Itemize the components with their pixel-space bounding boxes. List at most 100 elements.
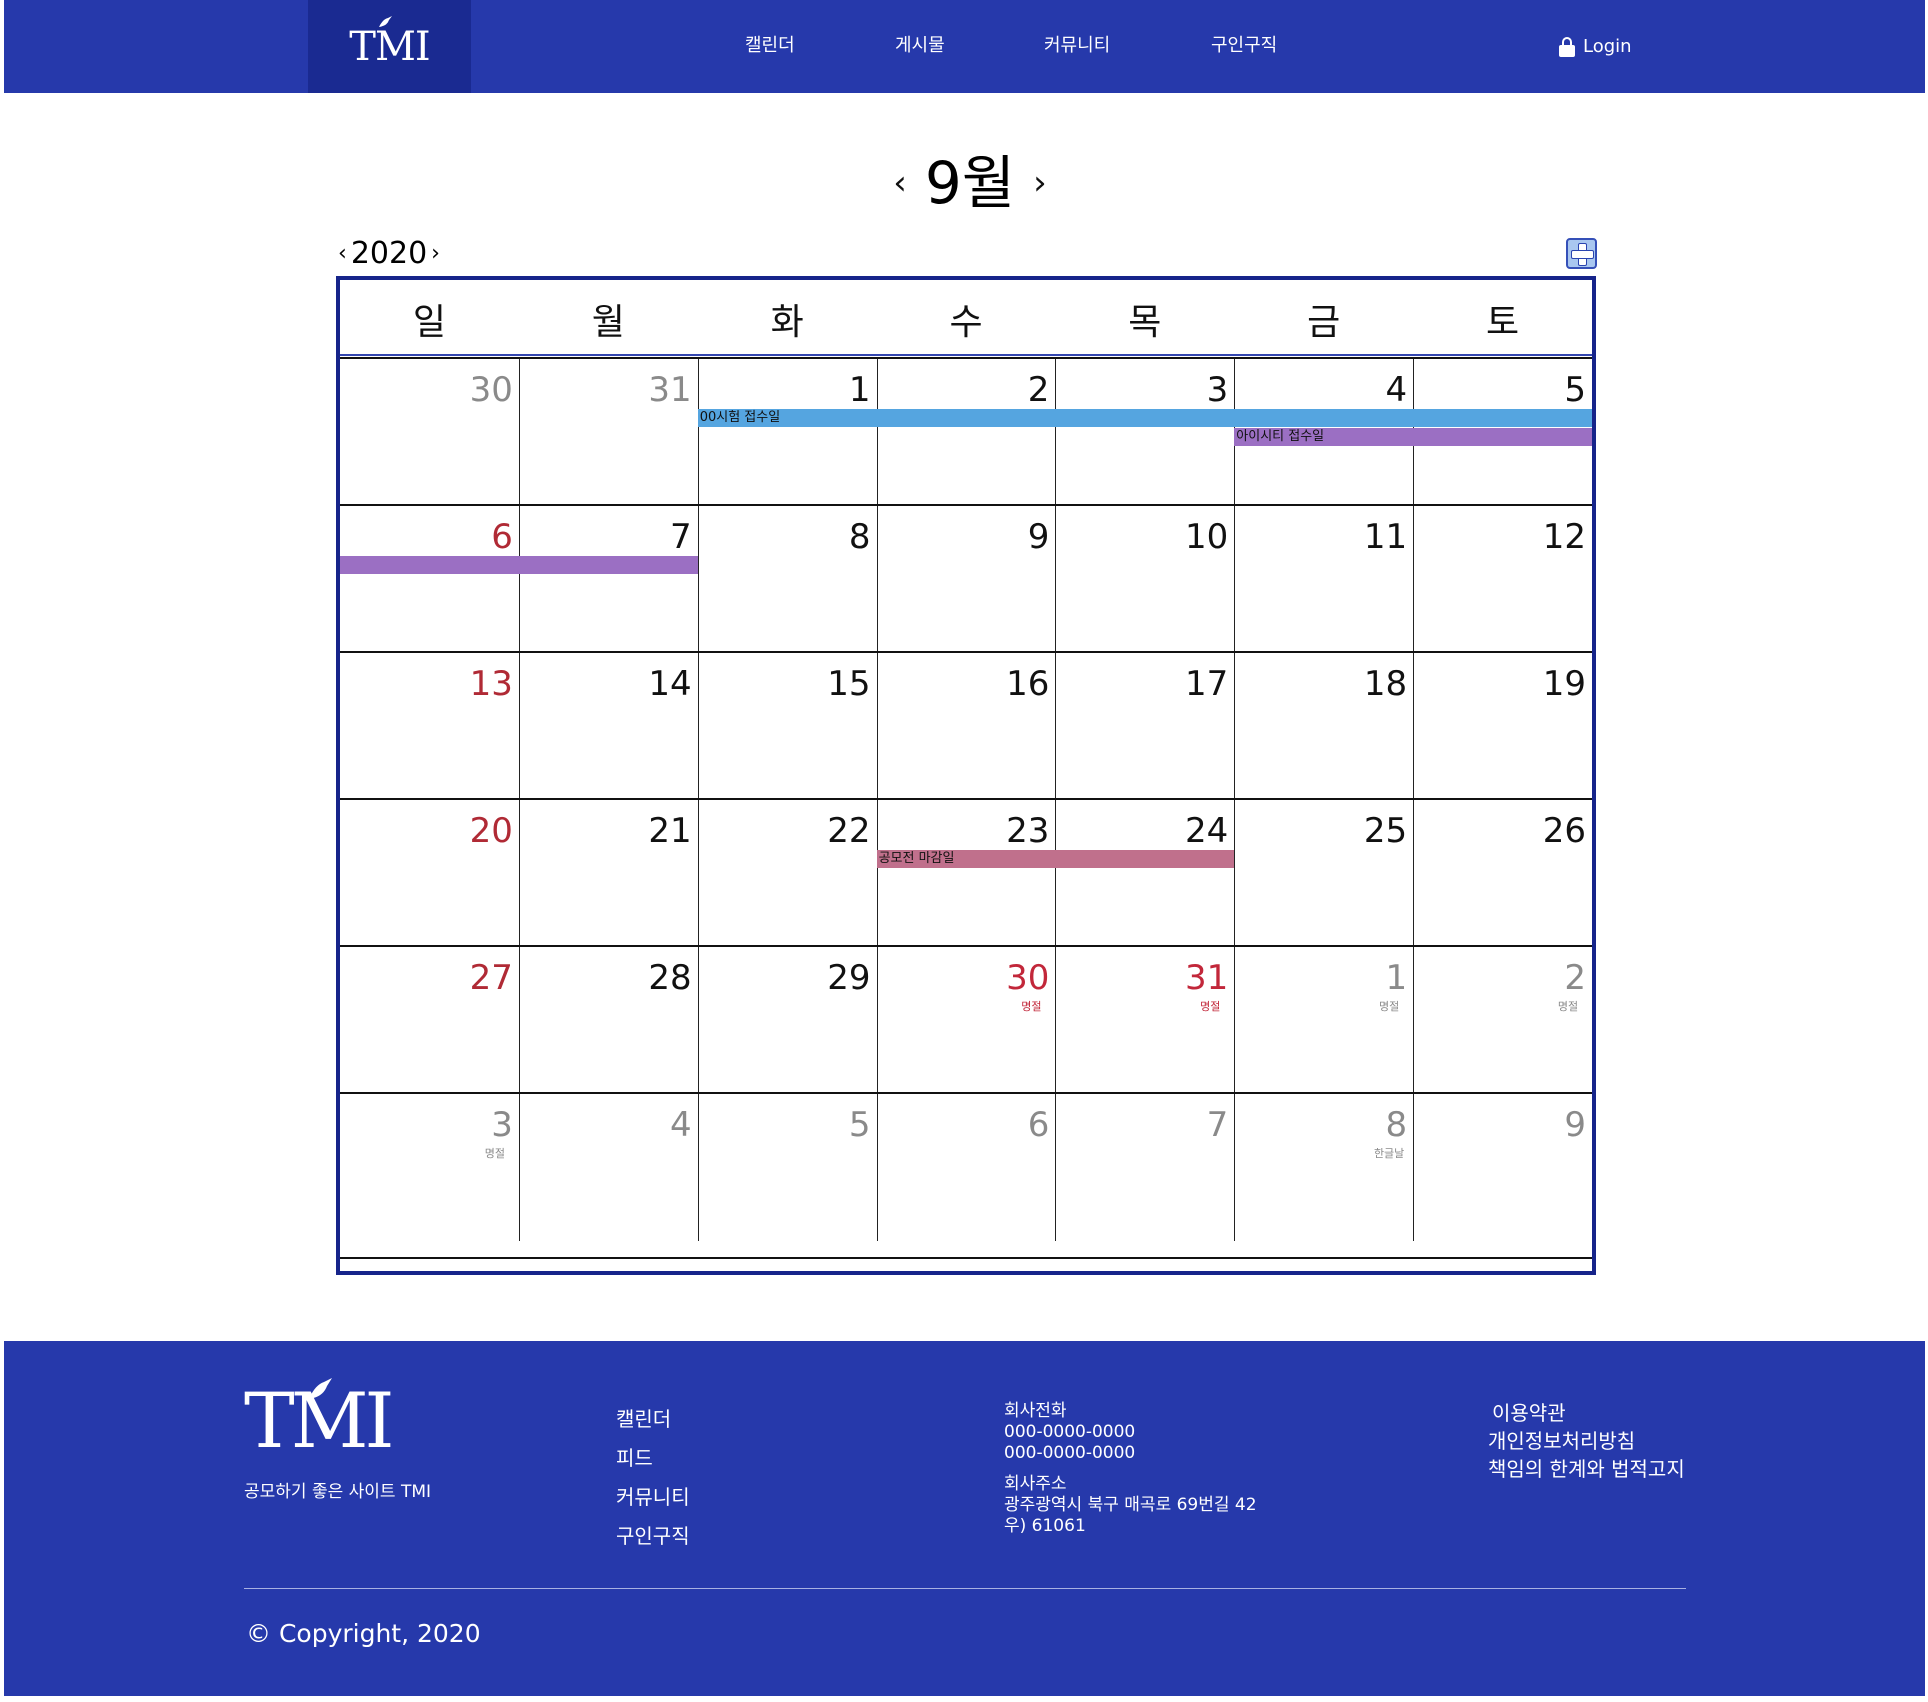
day-cell[interactable]: 31: [518, 359, 698, 506]
day-cell[interactable]: 12: [1413, 506, 1592, 653]
day-cell[interactable]: 17: [1055, 653, 1234, 800]
event-bar[interactable]: 공모전 마감일: [876, 850, 1235, 868]
nav-calendar[interactable]: 캘린더: [745, 36, 795, 56]
day-number: 5: [848, 1105, 871, 1145]
day-cell[interactable]: 1: [697, 359, 877, 506]
day-cell[interactable]: 9: [1413, 1094, 1592, 1241]
footer-links: 캘린더 피드 커뮤니티 구인구직: [616, 1403, 690, 1549]
next-year-icon[interactable]: ›: [431, 241, 440, 266]
day-cell[interactable]: 18: [1234, 653, 1413, 800]
footer: TMI 공모하기 좋은 사이트 TMI 캘린더 피드 커뮤니티 구인구직 회사전…: [4, 1341, 1925, 1696]
day-number: 20: [469, 811, 513, 851]
day-cell[interactable]: 3: [1055, 359, 1234, 506]
day-number: 3: [491, 1105, 513, 1145]
nav-community[interactable]: 커뮤니티: [1044, 36, 1110, 56]
top-navbar: TMI 캘린더 게시물 커뮤니티 구인구직 Login: [4, 0, 1925, 93]
postal-code: 우) 61061: [1004, 1516, 1086, 1536]
day-number: 13: [469, 664, 513, 704]
day-cell[interactable]: 16: [876, 653, 1056, 800]
prev-month-icon[interactable]: ‹: [893, 166, 907, 200]
address: 광주광역시 북구 매곡로 69번길 42: [1004, 1495, 1257, 1515]
day-cell[interactable]: 3 명절: [340, 1094, 519, 1241]
footer-legal: 이용약관 개인정보처리방침 책임의 한계와 법적고지: [1488, 1399, 1685, 1483]
day-cell[interactable]: 26: [1413, 800, 1592, 947]
footer-contact: 회사전화 000-0000-0000 000-0000-0000 회사주소 광주…: [1004, 1401, 1257, 1537]
year-label: 2020: [350, 236, 428, 271]
day-cell[interactable]: 5: [697, 1094, 877, 1241]
day-cell[interactable]: 8 한글날: [1234, 1094, 1413, 1241]
footer-divider: [244, 1588, 1686, 1589]
day-cell[interactable]: 14: [518, 653, 698, 800]
day-cell[interactable]: 27: [340, 947, 519, 1094]
day-number: 9: [1564, 1105, 1586, 1145]
next-month-icon[interactable]: ›: [1033, 166, 1047, 200]
day-number: 4: [1385, 370, 1408, 410]
event-bar[interactable]: 아이시티 접수일: [1234, 428, 1592, 446]
day-cell[interactable]: 6: [876, 1094, 1056, 1241]
day-number: 24: [1185, 811, 1229, 851]
day-number: 8: [1385, 1105, 1408, 1145]
nav-jobs[interactable]: 구인구직: [1211, 36, 1277, 56]
day-cell[interactable]: 30 명절: [876, 947, 1056, 1094]
day-cell[interactable]: 20: [340, 800, 519, 947]
day-cell[interactable]: 10: [1055, 506, 1234, 653]
day-cell[interactable]: 25: [1234, 800, 1413, 947]
day-cell[interactable]: 9: [876, 506, 1056, 653]
day-cell[interactable]: 7: [518, 506, 698, 653]
week-row: 3 명절 4 5 6 7 8 한글날 9: [340, 1092, 1592, 1241]
day-number: 26: [1542, 811, 1586, 851]
logo-link[interactable]: TMI: [308, 0, 471, 93]
event-bar[interactable]: 00시험 접수일: [697, 409, 1592, 427]
day-number: 31: [648, 370, 692, 410]
address-label: 회사주소: [1004, 1474, 1067, 1494]
add-event-button[interactable]: [1566, 238, 1597, 269]
day-cell[interactable]: 8: [697, 506, 877, 653]
day-number: 29: [827, 958, 871, 998]
footer-link-feed[interactable]: 피드: [616, 1442, 690, 1471]
day-cell[interactable]: 28: [518, 947, 698, 1094]
day-number: 27: [469, 958, 513, 998]
terms-link[interactable]: 이용약관: [1488, 1399, 1685, 1427]
day-number: 30: [469, 370, 513, 410]
day-cell[interactable]: 1 명절: [1234, 947, 1413, 1094]
day-cell[interactable]: 2: [876, 359, 1056, 506]
day-number: 6: [1027, 1105, 1050, 1145]
event-bar[interactable]: [340, 556, 698, 574]
login-label: Login: [1583, 36, 1632, 57]
day-number: 1: [848, 370, 871, 410]
day-number: 25: [1363, 811, 1408, 851]
privacy-link[interactable]: 개인정보처리방침: [1488, 1427, 1685, 1455]
day-cell[interactable]: 22: [697, 800, 877, 947]
login-button[interactable]: Login: [1559, 36, 1632, 57]
day-cell[interactable]: 19: [1413, 653, 1592, 800]
day-cell[interactable]: 21: [518, 800, 698, 947]
footer-link-community[interactable]: 커뮤니티: [616, 1481, 690, 1510]
day-number: 9: [1027, 517, 1050, 557]
day-cell[interactable]: 30: [340, 359, 519, 506]
prev-year-icon[interactable]: ‹: [338, 241, 347, 266]
day-cell[interactable]: 24: [1055, 800, 1234, 947]
footer-tagline: 공모하기 좋은 사이트 TMI: [244, 1482, 432, 1502]
footer-link-calendar[interactable]: 캘린더: [616, 1403, 690, 1432]
day-cell[interactable]: 13: [340, 653, 519, 800]
footer-link-jobs[interactable]: 구인구직: [616, 1520, 690, 1549]
day-cell[interactable]: 15: [697, 653, 877, 800]
day-number: 6: [491, 517, 513, 557]
disclaimer-link[interactable]: 책임의 한계와 법적고지: [1488, 1455, 1685, 1483]
day-cell[interactable]: 11: [1234, 506, 1413, 653]
week-row: 27 28 29 30 명절 31 명절 1 명절 2 명절: [340, 945, 1592, 1094]
day-number: 10: [1185, 517, 1229, 557]
day-number: 15: [827, 664, 871, 704]
day-cell[interactable]: 31 명절: [1055, 947, 1234, 1094]
day-cell[interactable]: 4: [518, 1094, 698, 1241]
day-cell[interactable]: 23: [876, 800, 1056, 947]
day-cell[interactable]: 7: [1055, 1094, 1234, 1241]
nav-posts[interactable]: 게시물: [895, 36, 945, 56]
day-cell[interactable]: 29: [697, 947, 877, 1094]
day-cell[interactable]: 6: [340, 506, 519, 653]
day-number: 2: [1564, 958, 1586, 998]
day-number: 5: [1564, 370, 1586, 410]
month-navigator: ‹ 9월 ›: [880, 148, 1060, 218]
day-cell[interactable]: 2 명절: [1413, 947, 1592, 1094]
phone-number: 000-0000-0000: [1004, 1422, 1136, 1442]
